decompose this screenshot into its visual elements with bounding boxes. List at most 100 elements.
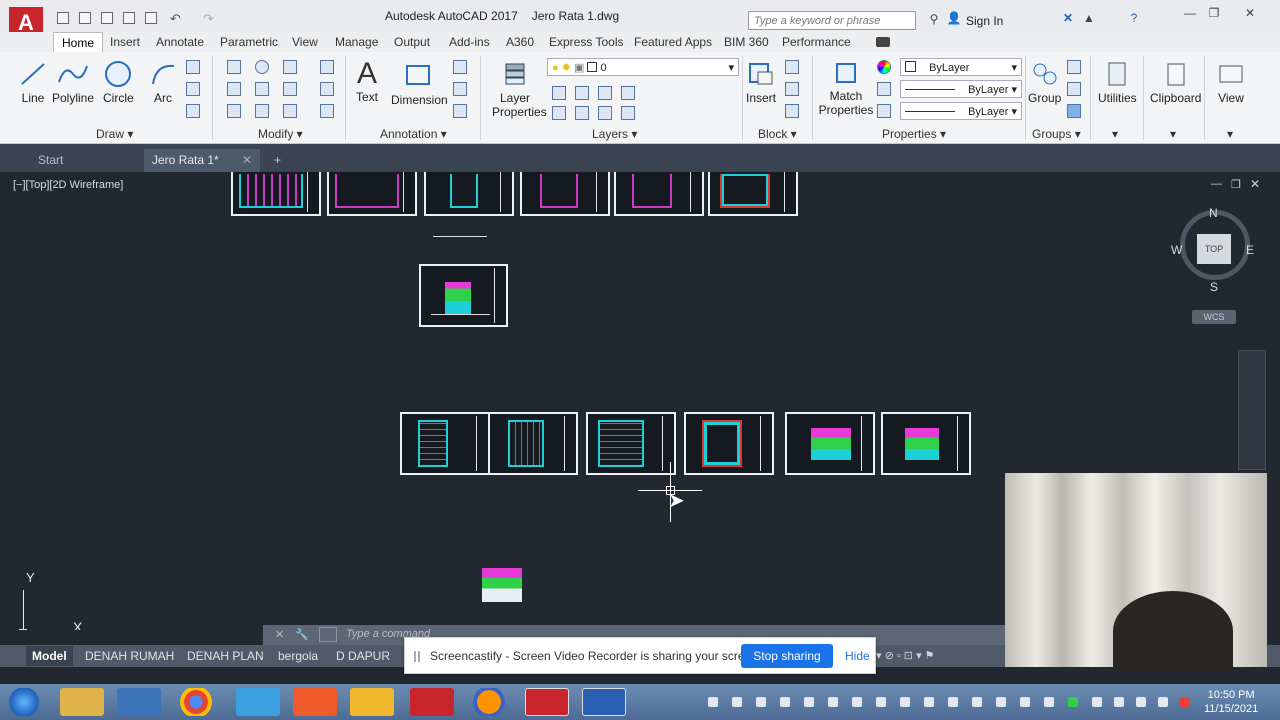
word-icon[interactable] (582, 688, 626, 716)
hatch-icon[interactable] (186, 82, 200, 96)
customize-wrench-icon[interactable]: 🔧 (295, 628, 309, 641)
layer-tool-icon[interactable] (621, 106, 635, 120)
drawing-sheet[interactable] (419, 264, 508, 327)
edit-block-icon[interactable] (785, 82, 799, 96)
layout-tab-denah-rumah[interactable]: DENAH RUMAH (85, 649, 174, 663)
restore-icon[interactable]: ❐ (1204, 6, 1224, 20)
tray-icon[interactable] (900, 697, 910, 707)
circle-button[interactable]: Circle (103, 60, 134, 105)
block-panel-title[interactable]: Block ▾ (758, 127, 797, 141)
view-panel-title[interactable]: ▾ (1227, 127, 1233, 141)
layers-panel-title[interactable]: Layers ▾ (592, 127, 637, 141)
explorer-icon[interactable] (60, 688, 104, 716)
close-command-icon[interactable]: ✕ (275, 628, 284, 641)
network-icon[interactable] (1092, 697, 1102, 707)
layer-dropdown[interactable]: ● ✹ ▣ 0 ▾ (547, 58, 739, 76)
tray-icon[interactable] (732, 697, 742, 707)
compass-north[interactable]: N (1209, 206, 1218, 220)
app-icon[interactable] (410, 688, 454, 716)
new-tab-plus-icon[interactable]: + (266, 149, 289, 172)
offset-icon[interactable] (320, 104, 334, 118)
arc-button[interactable]: Arc (148, 60, 178, 105)
tray-icon[interactable] (852, 697, 862, 707)
properties-panel-title[interactable]: Properties ▾ (882, 127, 946, 141)
drag-handle-icon[interactable] (414, 651, 420, 662)
status-bar-tools[interactable]: ▾ ⊘ ▫ ⊡ ▾ ⚑ (876, 649, 1004, 663)
file-tab-jero-rata[interactable]: Jero Rata 1* ✕ (144, 149, 260, 172)
tray-icon[interactable] (804, 697, 814, 707)
layer-tool-icon[interactable] (598, 86, 612, 100)
drawing-sheet[interactable] (424, 172, 514, 216)
undo-icon[interactable]: ↶ (170, 11, 182, 26)
tray-icon[interactable] (828, 697, 838, 707)
autocad-taskbar-icon[interactable] (525, 688, 569, 716)
leader-icon[interactable] (453, 82, 467, 96)
sign-in-button[interactable]: Sign In (966, 14, 1003, 28)
annotation-panel-title[interactable]: Annotation ▾ (380, 127, 447, 141)
wcs-menu[interactable]: WCS (1192, 310, 1236, 324)
tab-annotate[interactable]: Annotate (156, 35, 204, 49)
tray-icon[interactable] (1114, 697, 1124, 707)
open-file-icon[interactable] (79, 12, 91, 24)
drawing-sheet[interactable] (400, 412, 490, 475)
tab-bim360[interactable]: BIM 360 (724, 35, 769, 49)
utilities-panel-title[interactable]: ▾ (1112, 127, 1118, 141)
redo-icon[interactable]: ↷ (203, 11, 215, 26)
tab-add-ins[interactable]: Add-ins (449, 35, 490, 49)
clipboard-panel-title[interactable]: ▾ (1170, 127, 1176, 141)
tray-icon[interactable] (924, 697, 934, 707)
close-icon[interactable]: ✕ (1240, 6, 1260, 20)
minimize-icon[interactable]: — (1180, 6, 1200, 20)
modify-panel-title[interactable]: Modify ▾ (258, 127, 303, 141)
groups-panel-title[interactable]: Groups ▾ (1032, 127, 1081, 141)
trim-icon[interactable] (283, 60, 297, 74)
tray-icon[interactable] (1136, 697, 1146, 707)
compass-south[interactable]: S (1210, 280, 1218, 294)
erase-icon[interactable] (320, 60, 334, 74)
layer-tool-icon[interactable] (621, 86, 635, 100)
firefox-icon[interactable] (467, 688, 511, 716)
tray-icon[interactable] (948, 697, 958, 707)
viewport-minimize-icon[interactable]: — (1211, 178, 1222, 190)
drawing-sheet[interactable] (327, 172, 417, 216)
lineweight-dropdown[interactable]: ByLayer ▾ (900, 102, 1022, 120)
exchange-icon[interactable]: ✕ (1058, 11, 1078, 25)
close-tab-icon[interactable]: ✕ (242, 153, 252, 167)
polyline-button[interactable]: Polyline (52, 60, 94, 105)
search-input[interactable]: Type a keyword or phrase (748, 11, 916, 30)
chrome-icon[interactable] (174, 688, 218, 716)
tab-performance[interactable]: Performance (782, 35, 851, 49)
group-edit-icon[interactable] (1067, 82, 1081, 96)
tab-featured-apps[interactable]: Featured Apps (634, 35, 712, 49)
viewport-controls-label[interactable]: [−][Top][2D Wireframe] (13, 179, 123, 191)
linetype-icon[interactable] (877, 82, 891, 96)
linear-dim-icon[interactable] (453, 60, 467, 74)
print-icon[interactable] (145, 12, 157, 24)
tab-manage[interactable]: Manage (335, 35, 378, 49)
stretch-icon[interactable] (227, 104, 241, 118)
explode-icon[interactable] (320, 82, 334, 96)
tab-parametric[interactable]: Parametric (220, 35, 278, 49)
dimension-button[interactable]: Dimension (391, 60, 448, 107)
attribute-icon[interactable] (785, 104, 799, 118)
insert-block-button[interactable]: Insert (746, 60, 776, 105)
drawing-sheet[interactable] (708, 172, 798, 216)
tray-icon[interactable] (756, 697, 766, 707)
scale-icon[interactable] (255, 104, 269, 118)
ungroup-icon[interactable] (1067, 60, 1081, 74)
a360-icon[interactable]: ▲ (1079, 11, 1099, 25)
stop-sharing-button[interactable]: Stop sharing (741, 644, 833, 668)
linetype-dropdown[interactable]: ByLayer ▾ (900, 80, 1022, 98)
drawing-sheet[interactable] (785, 412, 875, 475)
save-icon[interactable] (101, 12, 113, 24)
viewport-restore-icon[interactable]: ❐ (1231, 178, 1241, 191)
color-wheel-icon[interactable] (877, 60, 891, 74)
start-button-icon[interactable] (4, 688, 44, 716)
layout-tab-d-dapur[interactable]: D DAPUR (336, 649, 390, 663)
drawing-sheet[interactable] (231, 172, 321, 216)
hide-button[interactable]: Hide (845, 649, 870, 663)
layer-properties-button[interactable]: Layer Properties (492, 60, 547, 119)
drawing-sheet[interactable] (520, 172, 610, 216)
drawing-sheet[interactable] (488, 412, 578, 475)
draw-panel-title[interactable]: Draw ▾ (96, 127, 133, 141)
